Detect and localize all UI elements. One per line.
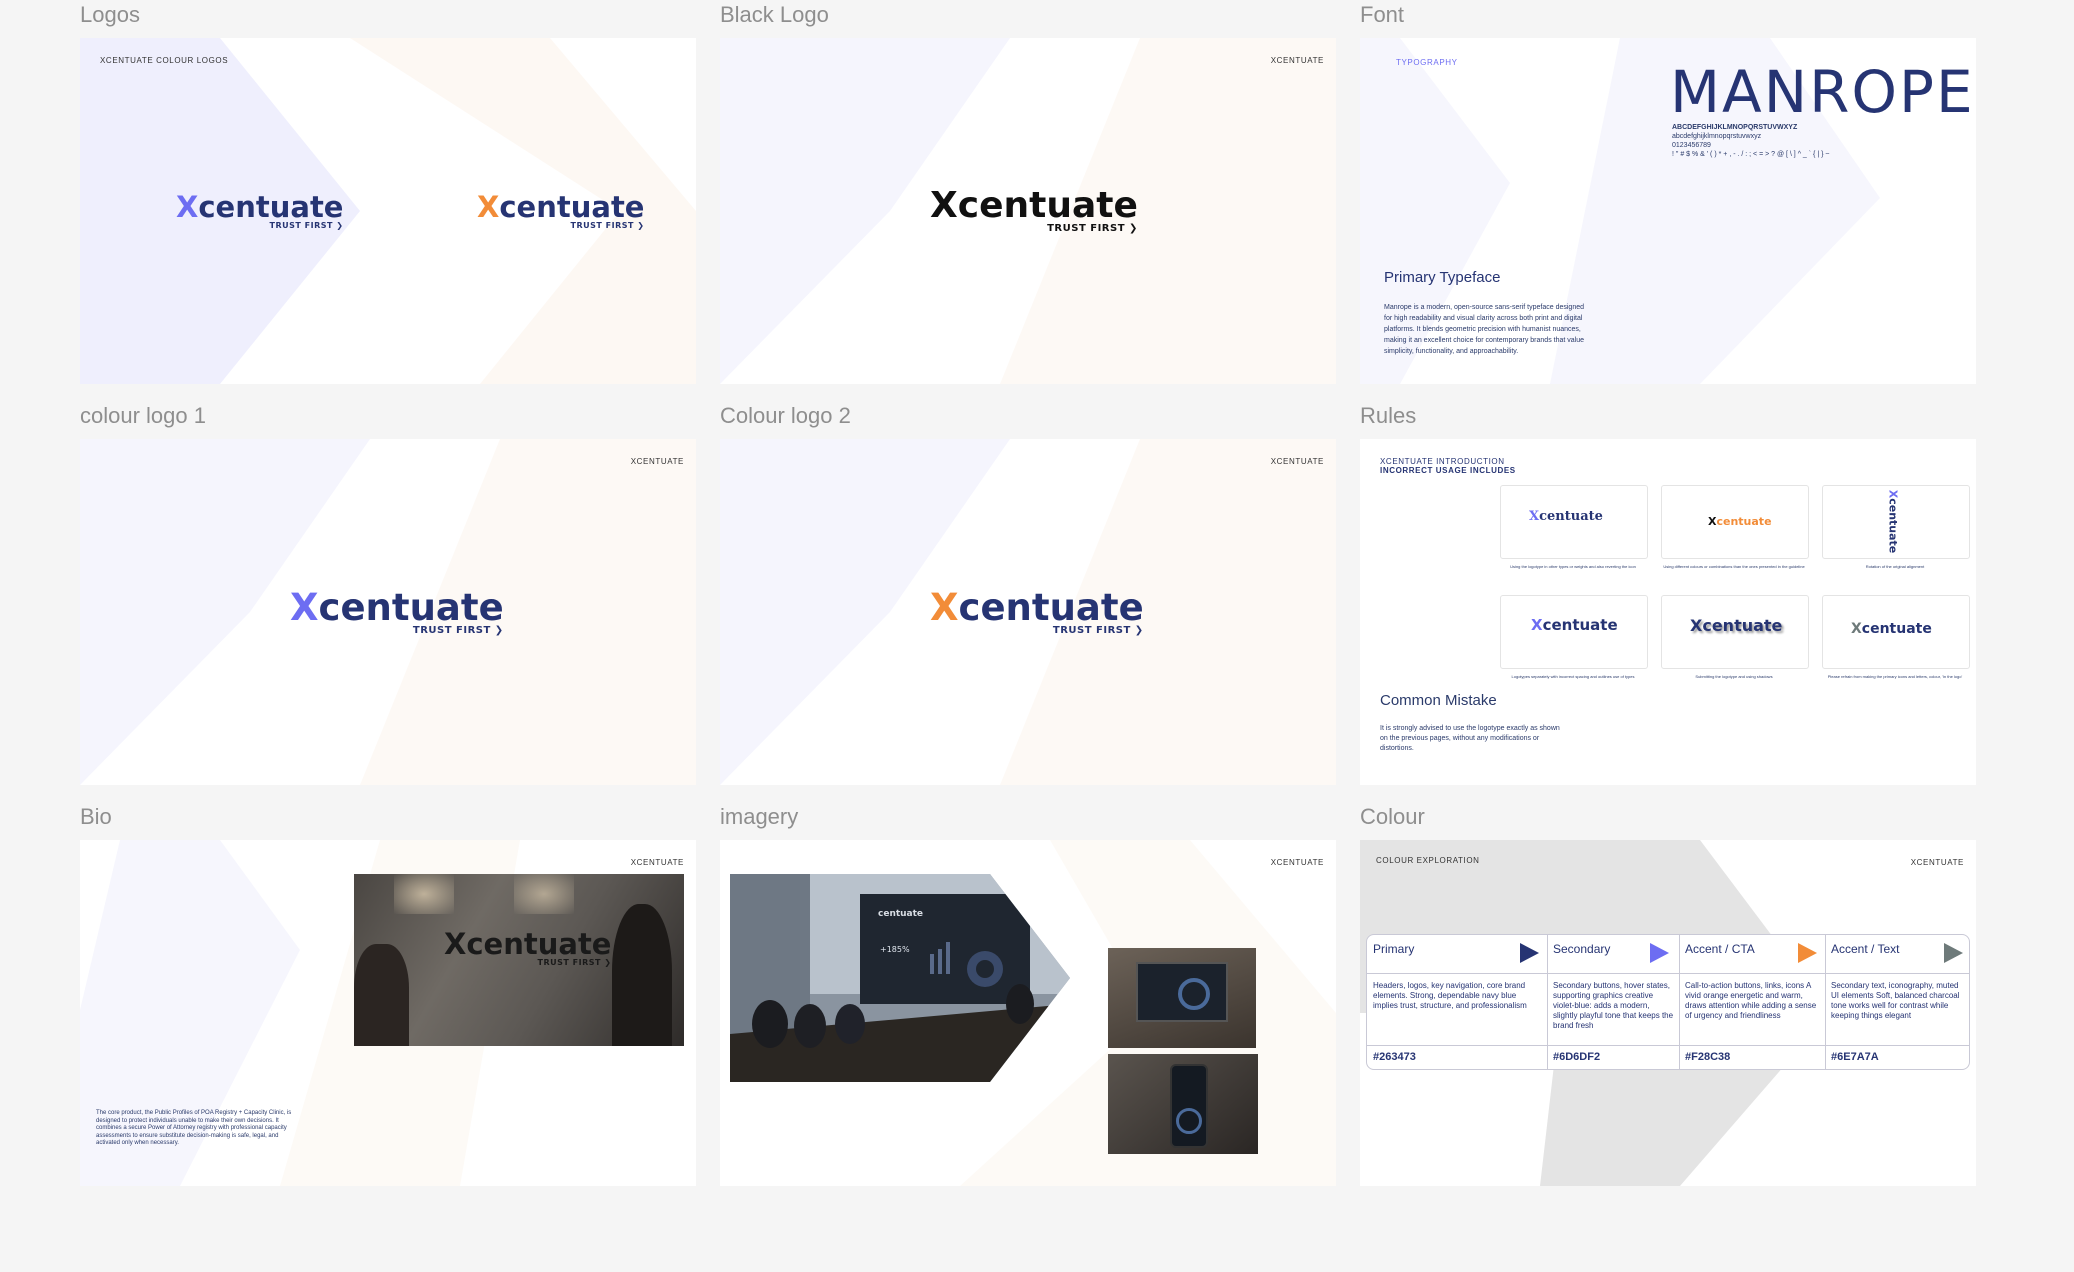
bio-description: The core product, the Public Profiles of… (96, 1110, 292, 1146)
section-label-logos[interactable]: Logos (80, 2, 140, 28)
thumb-caption: Submitting the logotype and using shadow… (1695, 674, 1773, 679)
frame-bio[interactable]: XCENTUATE Xcentuate TRUST FIRST ❯ The co… (80, 840, 696, 1186)
thumb-caption: Please refrain from making the primary i… (1827, 674, 1963, 679)
section-label-colour-logo-1[interactable]: colour logo 1 (80, 403, 206, 429)
swatch-desc-accent-text: Secondary text, iconography, muted UI el… (1831, 981, 1960, 1020)
brand-wordmark-small: XCENTUATE (1910, 858, 1964, 867)
brand-wordmark-small: XCENTUATE (1270, 858, 1324, 867)
swatch-desc-primary: Headers, logos, key navigation, core bra… (1373, 981, 1527, 1010)
swatch-name-accent-text: Accent / Text (1831, 942, 1900, 956)
logo-wordmark: centuate (958, 586, 1144, 629)
section-label-colour-logo-2[interactable]: Colour logo 2 (720, 403, 851, 429)
incorrect-usage-thumb: Xcentuate (1661, 485, 1809, 559)
logo-wordmark: centuate (318, 586, 504, 629)
frame-colour-logo-2[interactable]: XCENTUATE Xcentuate TRUST FIRST ❯ (720, 439, 1336, 785)
swatch-desc-accent-cta: Call-to-action buttons, links, icons A v… (1685, 981, 1817, 1020)
screen-logo: centuate (878, 909, 923, 919)
thumb-caption: Using the logotype in other types or wei… (1510, 564, 1636, 569)
rules-heading-1: XCENTUATE INTRODUCTION (1380, 457, 1505, 466)
logo-colour-violet: Xcentuate TRUST FIRST ❯ (290, 589, 504, 636)
incorrect-usage-thumb: Xcentuate (1500, 485, 1648, 559)
logo-wordmark: centuate (499, 190, 645, 224)
swatch-name-accent-cta: Accent / CTA (1685, 942, 1755, 956)
section-label-rules[interactable]: Rules (1360, 403, 1416, 429)
frame-heading: COLOUR EXPLORATION (1376, 856, 1480, 865)
logo-colour-orange: Xcentuate TRUST FIRST ❯ (930, 589, 1144, 636)
person-silhouette (354, 944, 409, 1046)
screen-stat: +185% (880, 945, 910, 954)
play-triangle-icon (1944, 943, 1963, 963)
swatch-hex-secondary: #6D6DF2 (1553, 1051, 1601, 1063)
incorrect-usage-thumb: Xcentuate (1500, 595, 1648, 669)
thumb-caption: Rotation of the original alignment (1865, 564, 1925, 569)
swatch-hex-accent-text: #6E7A7A (1831, 1051, 1879, 1063)
incorrect-usage-thumb: Xcentuate (1661, 595, 1809, 669)
typeface-description: Manrope is a modern, open-source sans-se… (1384, 304, 1584, 355)
section-label-bio[interactable]: Bio (80, 804, 112, 830)
phone-photo (1108, 1054, 1258, 1154)
logo-wordmark: centuate (957, 185, 1138, 226)
swatch-table: Primary Headers, logos, key navigation, … (1366, 934, 1970, 1070)
frame-colour[interactable]: COLOUR EXPLORATION XCENTUATE Primary Hea… (1360, 840, 1976, 1186)
logo-mark-x: X (477, 190, 500, 224)
swatch-hex-accent-cta: #F28C38 (1685, 1051, 1731, 1063)
swatch-name-primary: Primary (1373, 942, 1415, 956)
brand-wordmark-small: XCENTUATE (630, 457, 684, 466)
logo-colour-violet: Xcentuate TRUST FIRST ❯ (176, 193, 343, 230)
incorrect-usage-thumb: Xcentuate (1822, 595, 1970, 669)
frame-black-logo[interactable]: XCENTUATE Xcentuate TRUST FIRST ❯ (720, 38, 1336, 384)
laptop-photo (1108, 948, 1256, 1048)
brand-wordmark-small: XCENTUATE (1270, 457, 1324, 466)
logo-mark-x: X (930, 586, 959, 629)
office-photo: Xcentuate TRUST FIRST ❯ (354, 874, 684, 1046)
play-triangle-icon (1798, 943, 1817, 963)
play-triangle-icon (1650, 943, 1669, 963)
brand-wordmark-small: XCENTUATE (630, 858, 684, 867)
logo-mark-x: X (290, 586, 319, 629)
frame-colour-logo-1[interactable]: XCENTUATE Xcentuate TRUST FIRST ❯ (80, 439, 696, 785)
brand-wordmark-small: XCENTUATE (1270, 56, 1324, 65)
glyphs-upper: ABCDEFGHIJKLMNOPQRSTUVWXYZ (1672, 124, 1798, 131)
glyphs-symbols: ! " # $ % & ' ( ) * + , - . / : ; < = > … (1672, 151, 1830, 158)
typeface-title: Primary Typeface (1384, 269, 1501, 286)
rules-title: Common Mistake (1380, 692, 1497, 709)
section-label-imagery[interactable]: imagery (720, 804, 798, 830)
play-triangle-icon (1520, 943, 1539, 963)
frame-imagery[interactable]: XCENTUATE centuate +185% (720, 840, 1336, 1186)
wall-logo: Xcentuate TRUST FIRST ❯ (444, 927, 612, 967)
thumb-caption: Logotypes separately with incorrect spac… (1511, 674, 1635, 679)
rules-description: It is strongly advised to use the logoty… (1380, 725, 1560, 752)
frame-heading: TYPOGRAPHY (1396, 58, 1458, 67)
swatch-desc-secondary: Secondary buttons, hover states, support… (1553, 981, 1674, 1030)
incorrect-usage-thumb: Xcentuate (1822, 485, 1970, 559)
glyphs-digits: 0123456789 (1672, 142, 1711, 149)
frame-heading: XCENTUATE COLOUR LOGOS (100, 56, 229, 65)
logo-wordmark: centuate (198, 190, 344, 224)
boardroom-photo: centuate +185% (730, 874, 1070, 1082)
font-name-display: MANROPE (1670, 58, 1975, 126)
logo-mark-x: X (930, 185, 958, 226)
logo-colour-orange: Xcentuate TRUST FIRST ❯ (477, 193, 644, 230)
frame-font[interactable]: TYPOGRAPHY MANROPE ABCDEFGHIJKLMNOPQRSTU… (1360, 38, 1976, 384)
glyphs-lower: abcdefghijklmnopqrstuvwxyz (1672, 133, 1762, 140)
rules-heading-2: INCORRECT USAGE INCLUDES (1380, 466, 1516, 475)
swatch-hex-primary: #263473 (1373, 1051, 1416, 1063)
thumb-caption: Using different colours or combinations … (1663, 564, 1805, 569)
swatch-name-secondary: Secondary (1553, 942, 1611, 956)
section-label-black-logo[interactable]: Black Logo (720, 2, 829, 28)
frame-logos[interactable]: XCENTUATE COLOUR LOGOS Xcentuate TRUST F… (80, 38, 696, 384)
section-label-font[interactable]: Font (1360, 2, 1404, 28)
person-silhouette (612, 904, 672, 1046)
logo-mark-x: X (176, 190, 199, 224)
logo-black: Xcentuate TRUST FIRST ❯ (930, 188, 1138, 234)
frame-rules[interactable]: XCENTUATE INTRODUCTION INCORRECT USAGE I… (1360, 439, 1976, 785)
section-label-colour[interactable]: Colour (1360, 804, 1425, 830)
